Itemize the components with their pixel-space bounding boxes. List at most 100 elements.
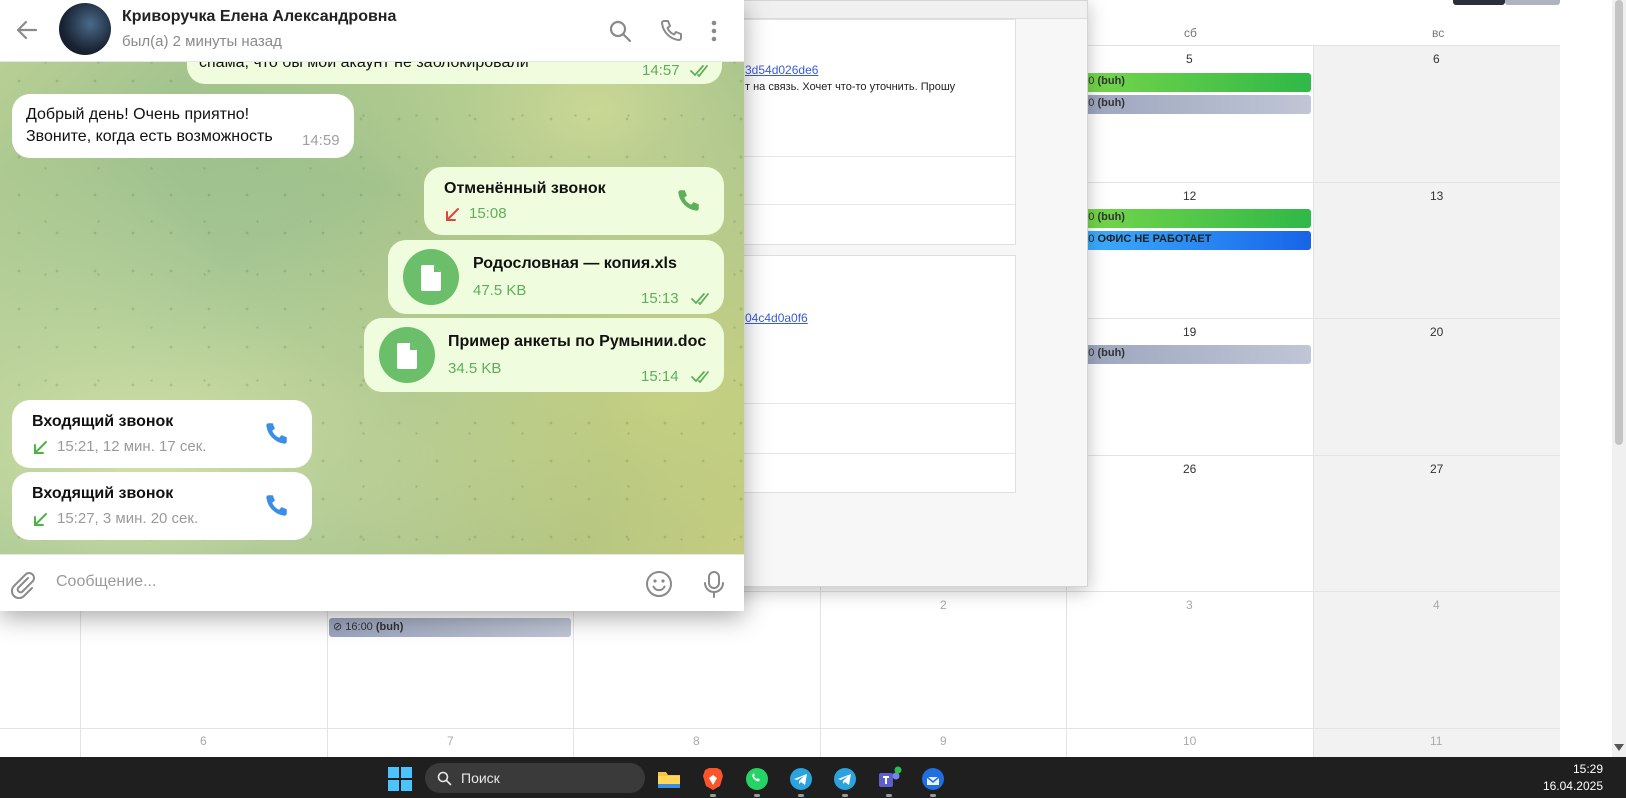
windows-taskbar: Поиск 15:29 16.04.2025 (0, 757, 1626, 798)
phone-icon[interactable] (658, 18, 684, 44)
file-message[interactable]: Пример анкеты по Румынии.doc 34.5 KB 15:… (364, 318, 724, 392)
modal-header (701, 1, 1087, 19)
calendar-event[interactable]: 2:30 (buh) (1069, 95, 1311, 114)
calendar-day[interactable]: 7 (447, 734, 454, 748)
chat-title[interactable]: Криворучка Елена Александровна (122, 8, 396, 26)
calendar-day[interactable]: 8 (693, 734, 700, 748)
call-details: 15:21, 12 мин. 17 сек. (57, 438, 207, 455)
calendar-day[interactable]: 6 (200, 734, 207, 748)
telegram-icon[interactable] (832, 766, 858, 792)
search-icon (437, 771, 452, 786)
clock-time[interactable]: 15:29 (1573, 762, 1603, 776)
read-checkmarks-icon (690, 65, 708, 78)
calendar-weekend-column (1313, 45, 1560, 757)
calendar-toolbar-button[interactable] (1505, 0, 1560, 5)
windows-start-icon[interactable] (388, 767, 412, 791)
brave-browser-icon[interactable] (700, 766, 726, 792)
calendar-day[interactable]: 12 (1183, 189, 1196, 203)
card-link[interactable]: 04c4d0a0f6 (745, 311, 808, 325)
message-time: 14:57 (642, 62, 680, 79)
calendar-day[interactable]: 27 (1430, 462, 1443, 476)
message-time: 14:59 (302, 132, 340, 149)
calendar-event[interactable]: 1:00 (buh) (1069, 345, 1311, 364)
telegram-icon[interactable] (788, 766, 814, 792)
page-margin (1560, 0, 1612, 757)
read-checkmarks-icon (691, 371, 709, 384)
calendar-day[interactable]: 9 (940, 734, 947, 748)
avatar[interactable] (59, 3, 111, 55)
thunderbird-icon[interactable] (920, 766, 946, 792)
call-message[interactable]: Входящий звонок 15:21, 12 мин. 17 сек. (12, 400, 312, 468)
message-time: 15:13 (641, 290, 679, 307)
chat-header: Криворучка Елена Александровна был(а) 2 … (0, 0, 744, 62)
attach-paperclip-icon[interactable] (7, 569, 37, 599)
calendar-event[interactable]: ⊘ 16:00 (buh) (329, 618, 571, 637)
file-message[interactable]: Родословная — копия.xls 47.5 KB 15:13 (388, 240, 724, 314)
calendar-day[interactable]: 19 (1183, 325, 1196, 339)
card-link[interactable]: 3d54d026de6 (745, 63, 818, 77)
call-title: Входящий звонок (32, 413, 174, 430)
calendar-day[interactable]: 5 (1186, 52, 1193, 66)
chat-area[interactable]: спама, что бы мой акаунт не заблокировал… (0, 62, 744, 554)
scrollbar-thumb[interactable] (1615, 0, 1623, 445)
search-label: Поиск (461, 770, 500, 786)
file-explorer-icon[interactable] (656, 766, 682, 792)
calendar-event[interactable]: 3:00 (buh) (1069, 209, 1311, 228)
call-time: 15:08 (469, 205, 507, 222)
call-title: Отменённый звонок (444, 180, 606, 197)
call-message[interactable]: Отменённый звонок 15:08 (424, 167, 724, 235)
phone-icon[interactable] (674, 187, 702, 215)
calendar-day[interactable]: 10 (1183, 734, 1196, 748)
calendar-day[interactable]: 20 (1430, 325, 1443, 339)
incoming-call-arrow-icon (34, 513, 47, 526)
message-input[interactable]: Сообщение... (56, 573, 156, 591)
microphone-icon[interactable] (699, 569, 729, 599)
file-size: 47.5 KB (473, 282, 527, 299)
message-bubble[interactable]: спама, что бы мой акаунт не заблокировал… (187, 62, 722, 84)
calendar-day[interactable]: 3 (1186, 598, 1193, 612)
missed-call-arrow-icon (446, 208, 459, 221)
calendar-day[interactable]: 4 (1433, 598, 1440, 612)
call-title: Входящий звонок (32, 485, 174, 502)
file-icon[interactable] (403, 249, 459, 305)
calendar-event[interactable]: 0:30 (buh) (1069, 73, 1311, 92)
calendar-event[interactable]: 3:30 ОФИС НЕ РАБОТАЕТ (1069, 231, 1311, 250)
read-checkmarks-icon (691, 293, 709, 306)
file-name: Родословная — копия.xls (473, 255, 677, 272)
calendar-day[interactable]: 6 (1433, 52, 1440, 66)
call-details: 15:27, 3 мин. 20 сек. (57, 510, 199, 527)
incoming-call-arrow-icon (34, 441, 47, 454)
call-message[interactable]: Входящий звонок 15:27, 3 мин. 20 сек. (12, 472, 312, 540)
more-menu-icon[interactable] (701, 18, 727, 44)
emoji-icon[interactable] (644, 569, 674, 599)
search-icon[interactable] (607, 18, 633, 44)
scroll-down-icon[interactable] (1614, 744, 1624, 751)
telegram-window: Криворучка Елена Александровна был(а) 2 … (0, 0, 744, 611)
file-size: 34.5 KB (448, 360, 502, 377)
calendar-day[interactable]: 2 (940, 598, 947, 612)
message-bubble[interactable]: Добрый день! Очень приятно! Звоните, ког… (12, 94, 354, 158)
file-name: Пример анкеты по Румынии.doc (448, 333, 707, 350)
calendar-day[interactable]: 13 (1430, 189, 1443, 203)
modal-card: 3d54d026de6 т на связь. Хочет что-то уто… (701, 19, 1016, 245)
message-text: спама, что бы мой акаунт не заблокировал… (199, 62, 529, 71)
phone-icon[interactable] (262, 492, 290, 520)
weekday-header-sun: вс (1432, 26, 1445, 40)
whatsapp-icon[interactable] (744, 766, 770, 792)
message-text: Добрый день! Очень приятно! Звоните, ког… (26, 106, 273, 145)
clock-date[interactable]: 16.04.2025 (1543, 779, 1603, 793)
back-arrow-icon[interactable] (14, 17, 40, 43)
message-time: 15:14 (641, 368, 679, 385)
modal-card: 04c4d0a0f6 (701, 255, 1016, 493)
phone-icon[interactable] (262, 420, 290, 448)
file-icon[interactable] (379, 327, 435, 383)
microsoft-teams-icon[interactable] (876, 766, 902, 792)
task-modal: 3d54d026de6 т на связь. Хочет что-то уто… (700, 0, 1088, 587)
chat-status: был(а) 2 минуты назад (122, 33, 282, 50)
weekday-header-sat: сб (1184, 26, 1197, 40)
calendar-day[interactable]: 26 (1183, 462, 1196, 476)
calendar-toolbar-button[interactable] (1453, 0, 1505, 5)
message-composer: Сообщение... (0, 554, 744, 611)
taskbar-search[interactable]: Поиск (425, 763, 645, 793)
calendar-day[interactable]: 11 (1430, 734, 1442, 748)
